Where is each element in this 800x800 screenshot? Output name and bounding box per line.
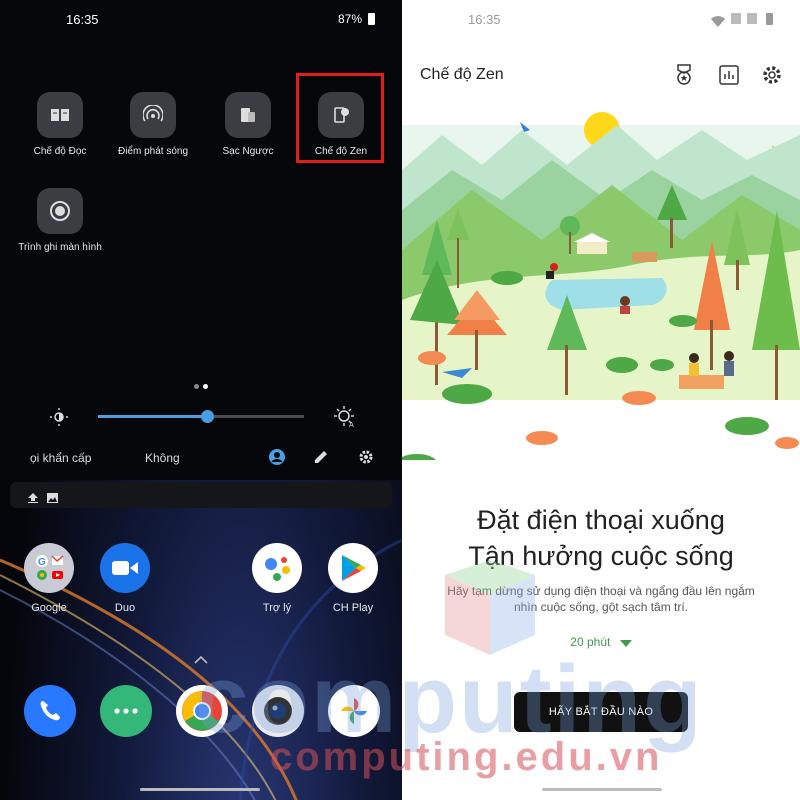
no-signal-icon	[747, 13, 757, 24]
image-icon	[47, 490, 58, 508]
app-label: Trợ lý	[262, 602, 292, 614]
zen-tile-highlight	[296, 73, 384, 163]
gesture-bar[interactable]	[140, 788, 260, 791]
settings-icon[interactable]	[358, 449, 374, 470]
user-icon[interactable]	[268, 448, 286, 471]
tile-label: Điểm phát sóng	[117, 146, 189, 157]
screen-record-icon	[37, 188, 83, 234]
tile-hotspot[interactable]: Điểm phát sóng	[108, 92, 198, 158]
app-play-store[interactable]: CH Play	[317, 543, 389, 614]
wifi-icon	[711, 14, 725, 32]
app-label: CH Play	[332, 602, 374, 614]
app-label: Google	[31, 602, 67, 614]
book-icon	[37, 92, 83, 138]
tile-reverse-charge[interactable]: Sạc Ngược	[203, 92, 293, 158]
tile-reading-mode[interactable]: Chế độ Đọc	[15, 92, 105, 158]
quick-settings-panel: 16:35 87% Chế độ Đọc Điểm phát sóng Sạc …	[0, 0, 402, 480]
apps-icon[interactable]	[100, 685, 152, 737]
brightness-low-icon	[50, 408, 68, 431]
tile-label: Chế độ Đọc	[33, 146, 87, 157]
status-battery: 87%	[338, 12, 363, 26]
upload-icon	[28, 490, 38, 508]
app-assistant[interactable]: Trợ lý	[241, 543, 313, 614]
battery-icon	[368, 13, 375, 25]
tile-label: Sạc Ngược	[222, 146, 274, 157]
medal-icon[interactable]	[673, 64, 695, 86]
brightness-slider[interactable]	[98, 410, 304, 423]
headline-line-1: Đặt điện thoại xuống	[477, 505, 725, 535]
reverse-charge-icon	[225, 92, 271, 138]
svg-text:A: A	[349, 421, 354, 428]
gesture-bar[interactable]	[542, 788, 662, 791]
battery-icon	[766, 13, 773, 25]
watermark-url: computing.edu.vn	[270, 735, 663, 779]
app-duo[interactable]: Duo	[89, 543, 161, 614]
settings-icon[interactable]	[761, 64, 783, 86]
brightness-slider-fill	[98, 415, 208, 418]
status-time: 16:35	[66, 12, 99, 27]
brightness-slider-thumb[interactable]	[201, 410, 215, 423]
stats-icon[interactable]	[718, 64, 740, 86]
picnic-mat	[679, 375, 724, 389]
app-google-folder[interactable]: G Google	[13, 543, 85, 614]
tile-screen-recorder[interactable]: Trình ghi màn hình	[15, 188, 105, 254]
hotspot-icon	[130, 92, 176, 138]
phone-icon[interactable]	[24, 685, 76, 737]
page-dot	[194, 384, 199, 389]
page-title: Chế độ Zen	[420, 66, 504, 83]
play-store-icon	[328, 543, 378, 593]
google-folder-icon: G	[24, 543, 74, 593]
svg-text:G: G	[38, 557, 46, 568]
page-dot-active	[203, 384, 208, 389]
emergency-call-text[interactable]: ọi khẩn cấp	[30, 451, 91, 465]
carrier-text: Không	[145, 451, 180, 465]
notification-bar[interactable]	[10, 482, 392, 508]
app-label: Duo	[114, 602, 136, 614]
assistant-icon	[252, 543, 302, 593]
edit-icon[interactable]	[313, 449, 329, 470]
duo-icon	[100, 543, 150, 593]
zen-illustration	[402, 100, 800, 460]
tile-label: Trình ghi màn hình	[18, 242, 102, 253]
no-signal-icon	[731, 13, 741, 24]
auto-brightness-icon[interactable]: A	[334, 406, 356, 433]
status-time: 16:35	[468, 12, 501, 27]
